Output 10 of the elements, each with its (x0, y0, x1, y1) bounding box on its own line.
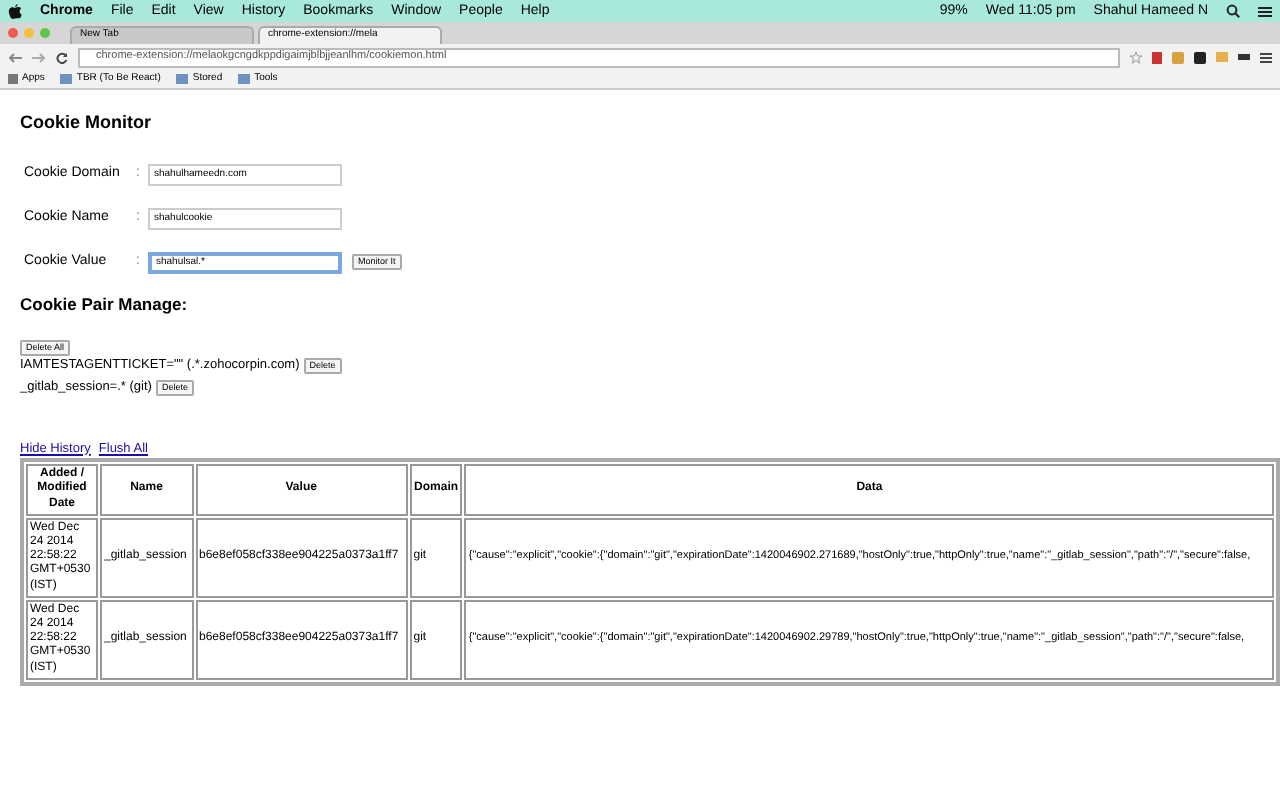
back-icon[interactable] (8, 51, 22, 63)
search-icon[interactable] (1226, 4, 1240, 18)
list-icon[interactable] (1258, 5, 1272, 17)
reload-icon[interactable] (56, 51, 68, 63)
apple-icon[interactable] (8, 3, 22, 19)
page-title: Cookie Monitor (20, 114, 153, 132)
section-title: Cookie Pair Manage: (20, 296, 190, 313)
forward-icon[interactable] (32, 51, 46, 63)
menu-icon[interactable] (1260, 51, 1272, 63)
star-icon[interactable] (1130, 51, 1142, 63)
